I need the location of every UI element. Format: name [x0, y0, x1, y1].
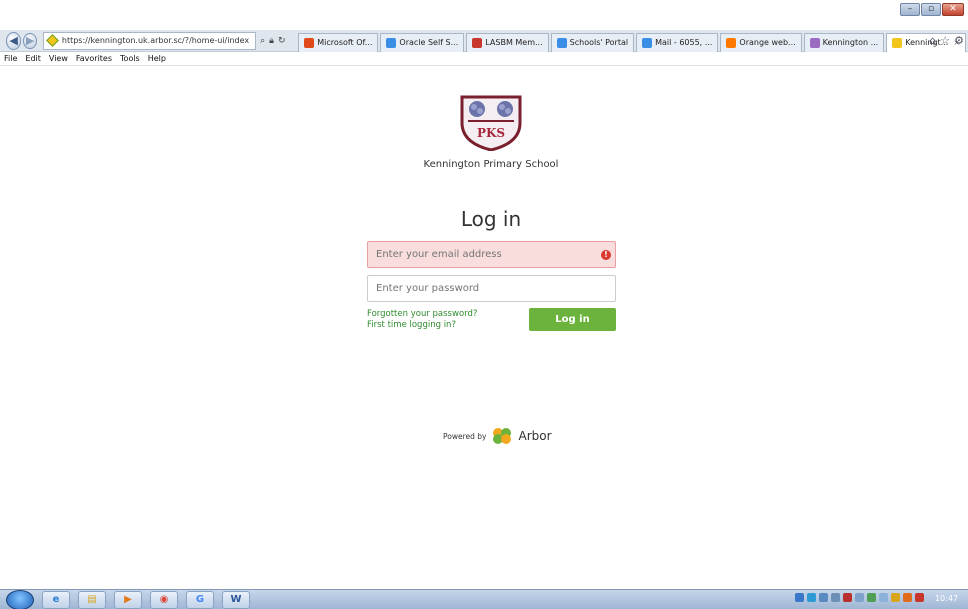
tab-label: Mail - 6055, ... [655, 38, 713, 47]
lock-icon[interactable]: 🔒︎ [269, 36, 274, 46]
tab-strip: Microsoft Of... Oracle Self S... LASBM Mem… [298, 30, 968, 52]
school-name: Kennington Primary School [423, 159, 559, 170]
google-taskbar-icon[interactable]: G [186, 590, 214, 609]
tab-label: LASBM Mem... [485, 38, 543, 47]
window-controls: – ▫ ✕ [900, 3, 964, 16]
menu-bar: File Edit View Favorites Tools Help [0, 52, 968, 66]
minimize-button[interactable]: – [900, 3, 920, 16]
browser-icons: ⌂ ☆ ⚙ [929, 34, 964, 47]
browser-tab[interactable]: Oracle Self S... [380, 32, 465, 52]
tab-label: Oracle Self S... [399, 38, 459, 47]
back-button[interactable]: ◀ [6, 31, 22, 50]
address-actions: ⌕ 🔒︎ ↻ [256, 36, 298, 46]
browser-tab[interactable]: Schools' Portal [550, 32, 635, 52]
school-crest-logo: PKS [460, 95, 522, 151]
forward-button[interactable]: ▶ [23, 32, 37, 49]
tray-app2-icon[interactable] [903, 593, 912, 602]
tab-favicon-icon [642, 37, 653, 48]
start-button[interactable] [6, 589, 34, 609]
chrome-taskbar-icon[interactable]: ◉ [150, 590, 178, 609]
svg-text:PKS: PKS [477, 126, 505, 140]
window-title-bar: – ▫ ✕ [0, 0, 968, 22]
tab-favicon-icon [809, 37, 820, 48]
close-window-button[interactable]: ✕ [942, 3, 964, 16]
address-bar[interactable]: https://kennington.uk.arbor.sc/?/home-ui… [42, 31, 257, 50]
tray-alert-icon[interactable] [843, 593, 852, 602]
favorites-star-icon[interactable]: ☆ [940, 34, 950, 47]
forgot-password-link[interactable]: Forgotten your password? [367, 309, 477, 319]
tab-label: Orange web... [739, 38, 796, 47]
arbor-logo-icon [493, 428, 512, 444]
browser-toolbar: ◀ ▶ https://kennington.uk.arbor.sc/?/hom… [0, 30, 968, 52]
search-icon[interactable]: ⌕ [260, 36, 265, 46]
tab-favicon-icon [726, 37, 737, 48]
menu-item-edit[interactable]: Edit [25, 54, 41, 63]
address-text: https://kennington.uk.arbor.sc/?/home-ui… [61, 36, 250, 45]
menu-item-file[interactable]: File [4, 54, 17, 63]
tab-favicon-icon [892, 37, 903, 48]
powered-by-footer: Powered by Arbor [443, 427, 552, 445]
tray-volume-icon[interactable] [879, 593, 888, 602]
tab-favicon-icon [304, 37, 315, 48]
tab-favicon-icon [386, 37, 397, 48]
tab-label: Microsoft Of... [317, 38, 373, 47]
page-title: Log in [460, 207, 522, 231]
site-favicon-icon [46, 34, 59, 47]
menu-item-tools[interactable]: Tools [120, 54, 140, 63]
browser-tab[interactable]: Orange web... [720, 32, 802, 52]
tray-power-icon[interactable] [855, 593, 864, 602]
ie-taskbar-icon[interactable]: e [42, 590, 70, 609]
home-icon[interactable]: ⌂ [929, 34, 936, 47]
password-field[interactable] [367, 275, 616, 302]
browser-tab[interactable]: Microsoft Of... [298, 32, 379, 52]
error-alert-icon: ! [601, 250, 611, 260]
maximize-button[interactable]: ▫ [921, 3, 941, 16]
login-button[interactable]: Log in [529, 308, 616, 331]
file-explorer-taskbar-icon[interactable]: ▤ [78, 590, 106, 609]
menu-item-favorites[interactable]: Favorites [76, 54, 112, 63]
taskbar-clock[interactable]: 10:47 [935, 594, 958, 603]
tray-sync-icon[interactable] [831, 593, 840, 602]
tab-favicon-icon [556, 37, 567, 48]
windows-taskbar: e ▤ ▶ ◉ G W 10:47 [0, 589, 968, 609]
browser-tab[interactable]: Kennington ... [803, 32, 885, 52]
powered-by-label: Powered by [443, 431, 487, 441]
tray-security-icon[interactable] [867, 593, 876, 602]
menu-item-view[interactable]: View [49, 54, 68, 63]
menu-item-help[interactable]: Help [148, 54, 166, 63]
system-tray [795, 593, 924, 602]
page-content: PKS Kennington Primary School Log in ! F… [0, 67, 968, 589]
arbor-brand-name: Arbor [518, 429, 552, 443]
word-taskbar-icon[interactable]: W [222, 590, 250, 609]
tray-display-icon[interactable] [819, 593, 828, 602]
tab-label: Schools' Portal [569, 38, 629, 47]
tray-app-icon[interactable] [891, 593, 900, 602]
refresh-icon[interactable]: ↻ [278, 36, 286, 46]
settings-gear-icon[interactable]: ⚙ [954, 34, 964, 47]
tray-bluetooth-icon[interactable] [807, 593, 816, 602]
tray-network-icon[interactable] [795, 593, 804, 602]
first-time-login-link[interactable]: First time logging in? [367, 320, 456, 330]
tray-app3-icon[interactable] [915, 593, 924, 602]
tab-label: Kennington ... [822, 38, 879, 47]
browser-tab[interactable]: Mail - 6055, ... [636, 32, 719, 52]
browser-tab[interactable]: LASBM Mem... [466, 32, 549, 52]
tab-favicon-icon [472, 37, 483, 48]
email-field[interactable] [367, 241, 616, 268]
media-player-taskbar-icon[interactable]: ▶ [114, 590, 142, 609]
